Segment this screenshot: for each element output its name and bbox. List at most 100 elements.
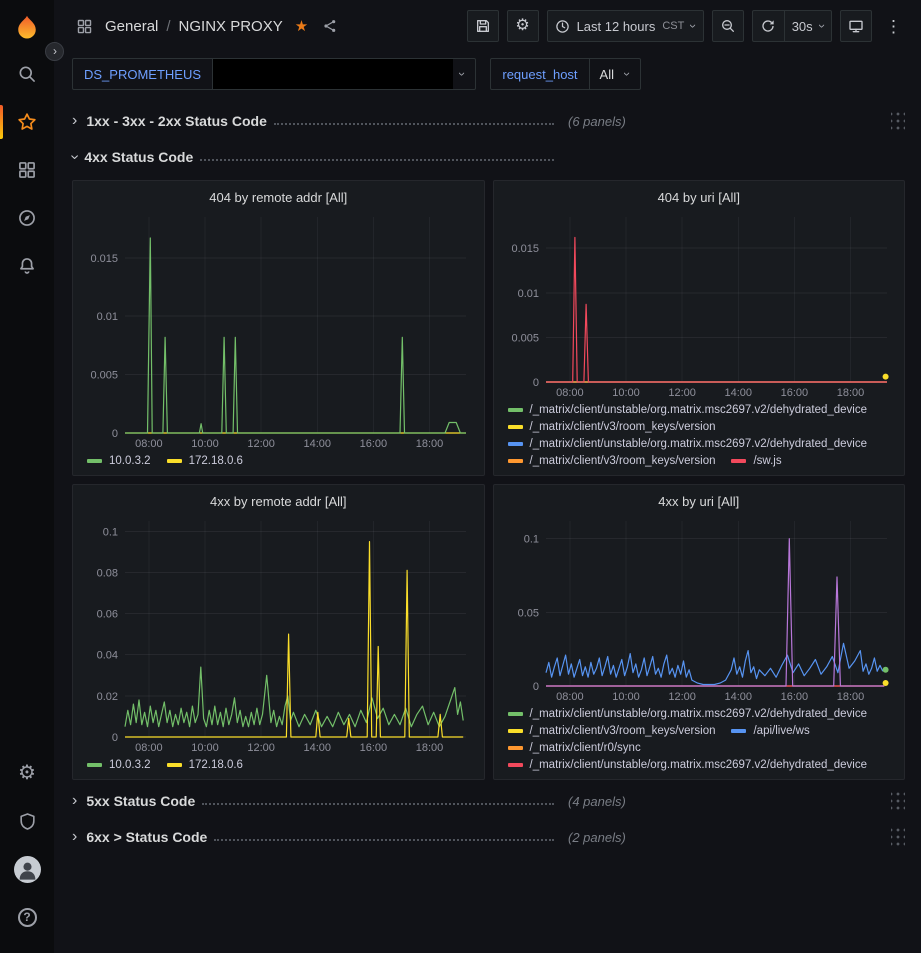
sidebar-item-profile[interactable] — [0, 845, 54, 893]
sidebar-item-configuration[interactable]: ⚙ — [0, 749, 54, 797]
chevron-right-icon: › — [72, 829, 77, 845]
refresh-button[interactable] — [752, 10, 784, 42]
legend-swatch — [508, 712, 523, 716]
sidebar-item-starred[interactable] — [0, 98, 54, 146]
svg-text:0.015: 0.015 — [511, 243, 539, 255]
svg-text:0.005: 0.005 — [90, 370, 118, 382]
row-main: › 5xx Status Code — [72, 793, 558, 809]
row-title: 6xx > Status Code — [86, 829, 207, 845]
legend-item[interactable]: /_matrix/client/v3/room_keys/version — [508, 725, 716, 737]
refresh-interval-select[interactable]: 30s › — [784, 10, 832, 42]
timeseries-chart[interactable]: 08:0010:0012:0014:0016:0018:0000.0050.01… — [502, 209, 897, 400]
dashboard-row-4xx[interactable]: › 4xx Status Code — [72, 142, 905, 172]
breadcrumb-section[interactable]: General — [105, 18, 158, 35]
svg-text:08:00: 08:00 — [556, 387, 584, 399]
favorite-star-icon[interactable]: ★ — [293, 17, 310, 36]
sidebar-item-dashboards[interactable] — [0, 146, 54, 194]
request-host-variable-label[interactable]: request_host — [490, 58, 589, 90]
panel-4xx-by-remote-addr: 4xx by remote addr [All] 08:0010:0012:00… — [72, 484, 485, 780]
legend-swatch — [87, 459, 102, 463]
share-dashboard-button[interactable] — [320, 16, 340, 36]
legend-item[interactable]: /api/live/ws — [731, 725, 809, 737]
kebab-menu-button[interactable]: ⋮ — [880, 16, 907, 37]
breadcrumb: General / NGINX PROXY — [105, 18, 283, 35]
panel-title[interactable]: 4xx by remote addr [All] — [73, 485, 484, 513]
help-icon: ? — [18, 908, 37, 927]
dashboard-row-1xx-3xx-2xx[interactable]: › 1xx - 3xx - 2xx Status Code (6 panels) — [72, 106, 905, 136]
datasource-variable-label[interactable]: DS_PROMETHEUS — [72, 58, 213, 90]
svg-text:12:00: 12:00 — [668, 387, 696, 399]
legend-item[interactable]: 172.18.0.6 — [167, 455, 243, 467]
legend-item[interactable]: /_matrix/client/v3/room_keys/version — [508, 455, 716, 467]
svg-text:10:00: 10:00 — [191, 438, 219, 450]
panel-title[interactable]: 404 by remote addr [All] — [73, 181, 484, 209]
dashboard-row-6xx[interactable]: › 6xx > Status Code (2 panels) — [72, 822, 905, 852]
chevron-right-icon: › — [72, 793, 77, 809]
sidebar-expand-button[interactable]: › — [45, 42, 64, 61]
legend-item[interactable]: /_matrix/client/unstable/org.matrix.msc2… — [508, 404, 868, 416]
row-panel-count: (2 panels) — [568, 830, 626, 845]
svg-text:12:00: 12:00 — [247, 742, 275, 754]
legend-item[interactable]: 10.0.3.2 — [87, 455, 151, 467]
svg-text:0.1: 0.1 — [103, 526, 118, 538]
svg-text:0.01: 0.01 — [97, 311, 118, 323]
bell-icon — [17, 256, 37, 276]
dashboard-settings-button[interactable]: ⚙ — [507, 10, 539, 42]
datasource-variable-select[interactable]: › — [213, 58, 476, 90]
refresh-group: 30s › — [752, 10, 832, 42]
timeseries-chart[interactable]: 08:0010:0012:0014:0016:0018:0000.050.1 — [502, 513, 897, 704]
legend-label: /_matrix/client/unstable/org.matrix.msc2… — [530, 404, 868, 416]
row-drag-handle[interactable] — [891, 791, 905, 811]
tv-mode-button[interactable] — [840, 10, 872, 42]
legend-item[interactable]: /sw.js — [731, 455, 781, 467]
row-drag-handle[interactable] — [891, 111, 905, 131]
legend-item[interactable]: 10.0.3.2 — [87, 759, 151, 771]
legend-swatch — [508, 425, 523, 429]
legend-label: /_matrix/client/r0/sync — [530, 742, 641, 754]
legend-item[interactable]: /_matrix/client/unstable/org.matrix.msc2… — [508, 438, 868, 450]
legend-swatch — [508, 746, 523, 750]
zoom-out-icon — [720, 18, 736, 34]
legend-label: /_matrix/client/v3/room_keys/version — [530, 725, 716, 737]
save-dashboard-button[interactable] — [467, 10, 499, 42]
sidebar-item-search[interactable] — [0, 50, 54, 98]
legend-label: /api/live/ws — [753, 725, 809, 737]
svg-text:0: 0 — [532, 377, 538, 389]
svg-text:0.04: 0.04 — [97, 650, 118, 662]
svg-text:16:00: 16:00 — [780, 691, 808, 703]
legend-swatch — [731, 459, 746, 463]
row-drag-handle[interactable] — [891, 827, 905, 847]
dashboard-submenu: DS_PROMETHEUS › request_host All › — [54, 52, 921, 100]
sidebar-item-help[interactable]: ? — [0, 893, 54, 941]
legend-item[interactable]: /_matrix/client/unstable/org.matrix.msc2… — [508, 708, 868, 720]
gear-icon: ⚙ — [18, 763, 36, 783]
panel-title[interactable]: 404 by uri [All] — [494, 181, 905, 209]
zoom-out-button[interactable] — [712, 10, 744, 42]
chart-legend: 10.0.3.2 172.18.0.6 — [73, 755, 484, 779]
legend-item[interactable]: 172.18.0.6 — [167, 759, 243, 771]
svg-text:16:00: 16:00 — [780, 387, 808, 399]
sidebar-item-alerting[interactable] — [0, 242, 54, 290]
sidebar-item-server-admin[interactable] — [0, 797, 54, 845]
dashboard-row-5xx[interactable]: › 5xx Status Code (4 panels) — [72, 786, 905, 816]
request-host-variable-select[interactable]: All › — [590, 58, 642, 90]
breadcrumb-dashboard-title[interactable]: NGINX PROXY — [179, 18, 283, 35]
chevron-down-icon: › — [458, 72, 466, 76]
panel-404-by-uri: 404 by uri [All] 08:0010:0012:0014:0016:… — [493, 180, 906, 476]
legend-item[interactable]: /_matrix/client/unstable/org.matrix.msc2… — [508, 759, 868, 771]
chevron-down-icon: › — [67, 154, 83, 159]
svg-text:0.02: 0.02 — [97, 691, 118, 703]
chevron-down-icon: › — [818, 24, 826, 28]
timeseries-chart[interactable]: 08:0010:0012:0014:0016:0018:0000.0050.01… — [81, 209, 476, 451]
panel-title[interactable]: 4xx by uri [All] — [494, 485, 905, 513]
search-icon — [17, 64, 37, 84]
timeseries-chart[interactable]: 08:0010:0012:0014:0016:0018:0000.020.040… — [81, 513, 476, 755]
sidebar-item-explore[interactable] — [0, 194, 54, 242]
legend-item[interactable]: /_matrix/client/r0/sync — [508, 742, 641, 754]
legend-item[interactable]: /_matrix/client/v3/room_keys/version — [508, 421, 716, 433]
svg-text:14:00: 14:00 — [724, 387, 752, 399]
dashboards-grid-icon — [17, 160, 37, 180]
time-range-picker[interactable]: Last 12 hours CST › — [547, 10, 704, 42]
legend-label: 172.18.0.6 — [189, 759, 243, 771]
grafana-logo[interactable] — [0, 6, 54, 50]
